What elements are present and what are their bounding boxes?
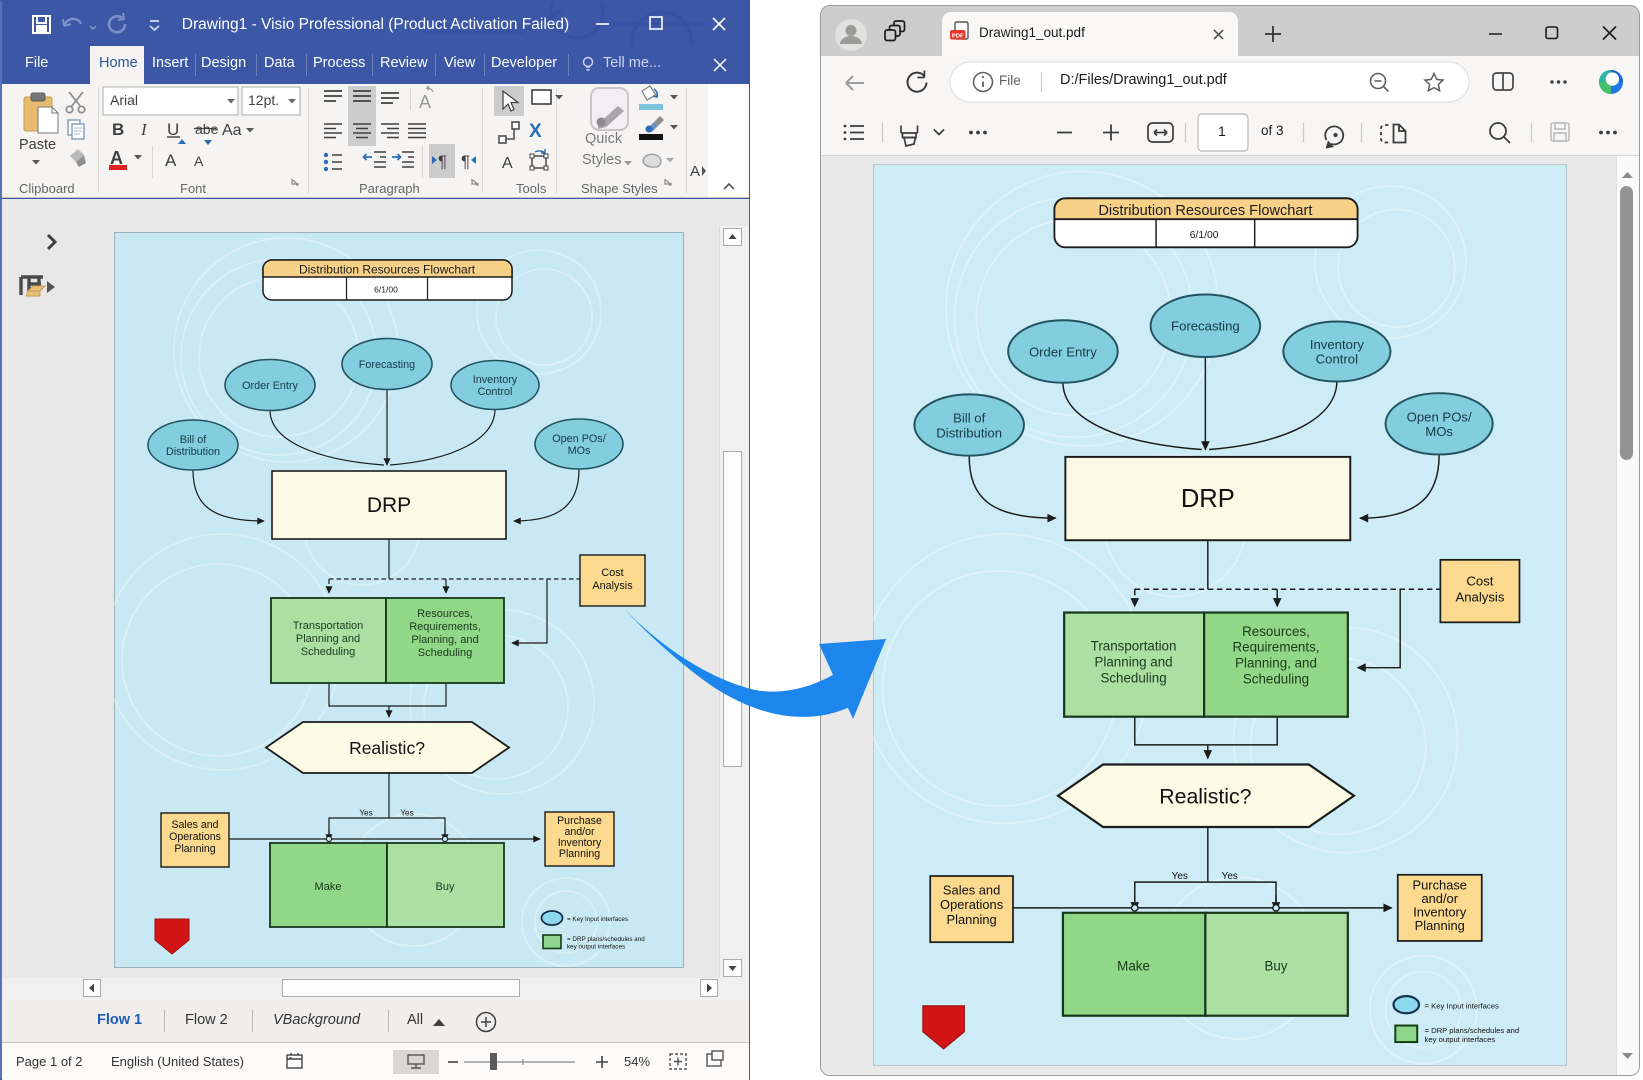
- svg-text:A: A: [419, 92, 431, 112]
- svg-text:¶: ¶: [438, 152, 447, 171]
- svg-text:¶: ¶: [461, 152, 470, 171]
- svg-text:B: B: [112, 120, 124, 139]
- svg-text:PDF: PDF: [952, 33, 964, 39]
- svg-text:I: I: [140, 120, 148, 139]
- svg-text:Aa: Aa: [222, 122, 242, 139]
- svg-text:U: U: [167, 120, 179, 139]
- svg-text:A: A: [165, 151, 177, 170]
- svg-text:A: A: [502, 155, 513, 172]
- svg-text:A: A: [194, 153, 204, 169]
- svg-text:A: A: [690, 163, 700, 180]
- svg-text:X: X: [529, 121, 542, 142]
